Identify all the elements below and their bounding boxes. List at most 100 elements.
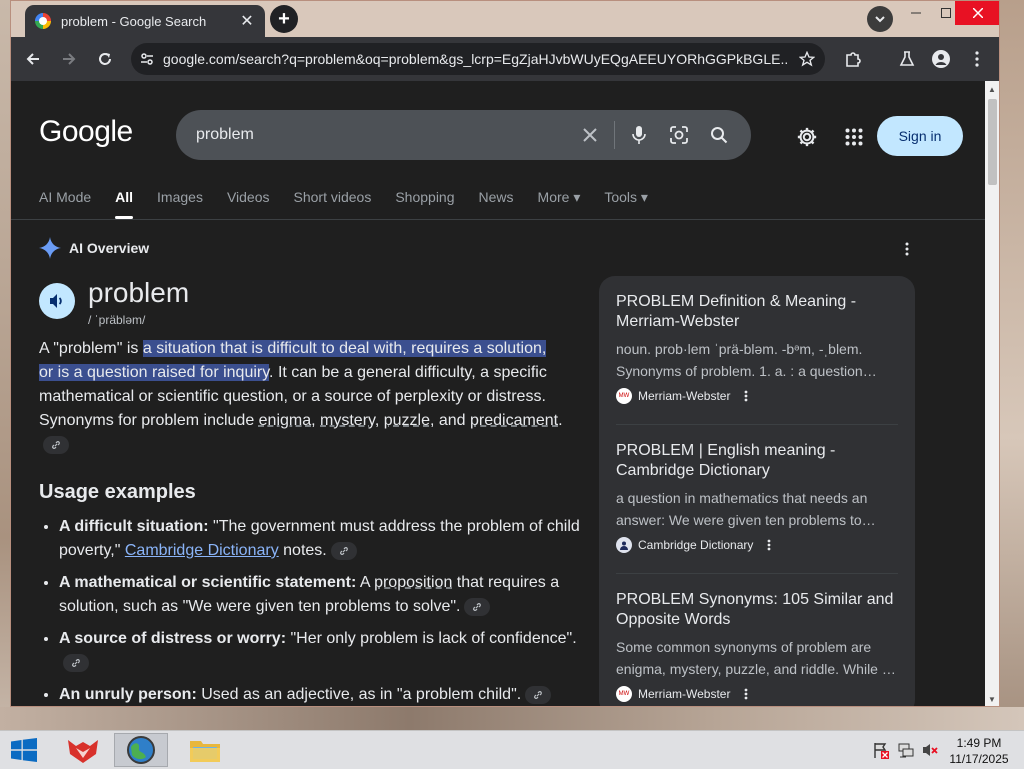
- address-bar[interactable]: google.com/search?q=problem&oq=problem&g…: [131, 43, 825, 75]
- cambridge-dictionary-link[interactable]: Cambridge Dictionary: [125, 542, 279, 559]
- desktop-wallpaper: [1000, 0, 1024, 730]
- scroll-up-arrow-icon[interactable]: ▲: [988, 85, 996, 94]
- microphone-icon[interactable]: [619, 110, 659, 160]
- scrollbar-thumb[interactable]: [988, 99, 997, 185]
- search-box[interactable]: problem: [176, 110, 751, 160]
- settings-gear-icon[interactable]: [795, 125, 819, 149]
- usage-label: A source of distress or worry:: [59, 630, 287, 647]
- ai-overview-menu-icon[interactable]: [899, 241, 915, 257]
- reload-icon: [99, 53, 111, 65]
- ai-overview-header: AI Overview: [39, 237, 149, 259]
- arrow-left-icon: [26, 53, 39, 65]
- synonym-mystery[interactable]: mystery: [320, 412, 375, 429]
- forward-button[interactable]: [57, 47, 81, 71]
- labs-button[interactable]: [895, 47, 919, 71]
- term-proposition[interactable]: proposition: [374, 574, 452, 591]
- ai-overview-title: AI Overview: [69, 240, 150, 256]
- tab-images[interactable]: Images: [157, 189, 203, 219]
- usage-label: An unruly person:: [59, 686, 197, 703]
- source-menu-icon[interactable]: [765, 538, 773, 552]
- synonym-enigma[interactable]: enigma: [259, 412, 311, 429]
- tab-more[interactable]: More ▾: [538, 189, 581, 219]
- synonym-separator: ,: [311, 412, 321, 429]
- merriam-webster-favicon-icon: MW: [616, 388, 632, 404]
- taskbar-app-browser[interactable]: [114, 733, 168, 767]
- tab-tools[interactable]: Tools ▾: [604, 189, 648, 219]
- tab-videos[interactable]: Videos: [227, 189, 270, 219]
- tray-volume-muted-icon[interactable]: [921, 741, 939, 759]
- definition-word: problem: [88, 277, 190, 308]
- citation-link-icon[interactable]: [525, 685, 552, 704]
- usage-label: A mathematical or scientific statement:: [59, 574, 357, 591]
- tab-strip: problem - Google Search ✕ +: [11, 1, 999, 37]
- profile-button[interactable]: [929, 47, 953, 71]
- tab-news[interactable]: News: [479, 189, 514, 219]
- clear-search-icon[interactable]: [570, 110, 610, 160]
- usage-text-tail: notes.: [278, 542, 327, 559]
- pronunciation-speaker-button[interactable]: [39, 283, 75, 319]
- source-title[interactable]: PROBLEM Definition & Meaning - Merriam-W…: [616, 292, 898, 332]
- list-item: A source of distress or worry: "Her only…: [59, 627, 589, 675]
- extensions-button[interactable]: [841, 47, 865, 71]
- flask-icon: [899, 51, 915, 66]
- page-scrollbar[interactable]: ▲ ▼: [985, 81, 999, 706]
- bookmark-star-icon[interactable]: [789, 51, 825, 67]
- browser-tab[interactable]: problem - Google Search ✕: [25, 5, 265, 37]
- lens-camera-icon[interactable]: [659, 110, 699, 160]
- scroll-down-arrow-icon[interactable]: ▼: [988, 695, 996, 704]
- taskbar-app-security[interactable]: [56, 733, 110, 767]
- google-favicon-icon: [35, 13, 51, 29]
- source-snippet: a question in mathematics that needs an …: [616, 490, 876, 528]
- kebab-menu-icon: [975, 51, 979, 67]
- tab-short-videos[interactable]: Short videos: [294, 189, 372, 219]
- usage-examples-list: A difficult situation: "The government m…: [39, 515, 589, 706]
- sign-in-button[interactable]: Sign in: [877, 116, 963, 156]
- back-button[interactable]: [21, 47, 45, 71]
- tab-search-button[interactable]: [867, 6, 893, 32]
- tray-flag-alert-icon[interactable]: [872, 741, 890, 759]
- synonym-predicament[interactable]: predicament: [470, 412, 558, 429]
- chevron-down-icon: [875, 16, 885, 23]
- source-meta: Cambridge Dictionary: [616, 537, 898, 553]
- citation-link-icon[interactable]: [464, 597, 491, 616]
- synonym-puzzle[interactable]: puzzle: [384, 412, 430, 429]
- speaker-icon: [50, 294, 62, 308]
- google-logo[interactable]: Google: [39, 115, 133, 149]
- tab-ai-mode[interactable]: AI Mode: [39, 189, 91, 219]
- source-menu-icon[interactable]: [742, 687, 750, 701]
- taskbar-app-file-explorer[interactable]: [178, 733, 232, 767]
- usage-text: A: [356, 574, 375, 591]
- search-icon[interactable]: [699, 110, 739, 160]
- citation-link-icon[interactable]: [43, 435, 69, 454]
- apps-grid-icon[interactable]: [842, 125, 866, 149]
- ai-overview-definition: A "problem" is a situation that is diffi…: [39, 337, 564, 457]
- browser-menu-button[interactable]: [965, 47, 989, 71]
- source-card[interactable]: PROBLEM Synonyms: 105 Similar and Opposi…: [616, 573, 898, 702]
- minimize-button[interactable]: [901, 1, 931, 25]
- site-info-icon[interactable]: [131, 51, 163, 67]
- tray-network-icon[interactable]: [897, 741, 915, 759]
- tab-shopping[interactable]: Shopping: [395, 189, 454, 219]
- search-results-page: Google problem Sign in AI Mode All Image…: [11, 81, 985, 706]
- source-menu-icon[interactable]: [742, 389, 750, 403]
- new-tab-button[interactable]: +: [270, 5, 298, 33]
- tab-close-icon[interactable]: ✕: [239, 11, 255, 31]
- browser-window: problem - Google Search ✕ + google.com/s…: [10, 0, 1000, 707]
- citation-link-icon[interactable]: [330, 541, 357, 560]
- url-text[interactable]: google.com/search?q=problem&oq=problem&g…: [163, 51, 789, 67]
- phonetic-text: / ˈpräbləm/: [88, 313, 146, 327]
- source-title[interactable]: PROBLEM | English meaning - Cambridge Di…: [616, 441, 898, 481]
- search-input[interactable]: problem: [196, 126, 570, 144]
- tab-all[interactable]: All: [115, 189, 133, 219]
- source-card[interactable]: PROBLEM Definition & Meaning - Merriam-W…: [616, 292, 898, 404]
- source-title[interactable]: PROBLEM Synonyms: 105 Similar and Opposi…: [616, 590, 898, 630]
- start-button[interactable]: [10, 738, 38, 762]
- window-close-button[interactable]: [955, 1, 999, 25]
- taskbar-clock[interactable]: 1:49 PM 11/17/2025: [944, 735, 1014, 767]
- avatar-icon: [932, 50, 950, 68]
- source-card[interactable]: PROBLEM | English meaning - Cambridge Di…: [616, 424, 898, 553]
- list-item: A difficult situation: "The government m…: [59, 515, 589, 563]
- cambridge-favicon-icon: [616, 537, 632, 553]
- reload-button[interactable]: [93, 47, 117, 71]
- citation-link-icon[interactable]: [63, 653, 89, 672]
